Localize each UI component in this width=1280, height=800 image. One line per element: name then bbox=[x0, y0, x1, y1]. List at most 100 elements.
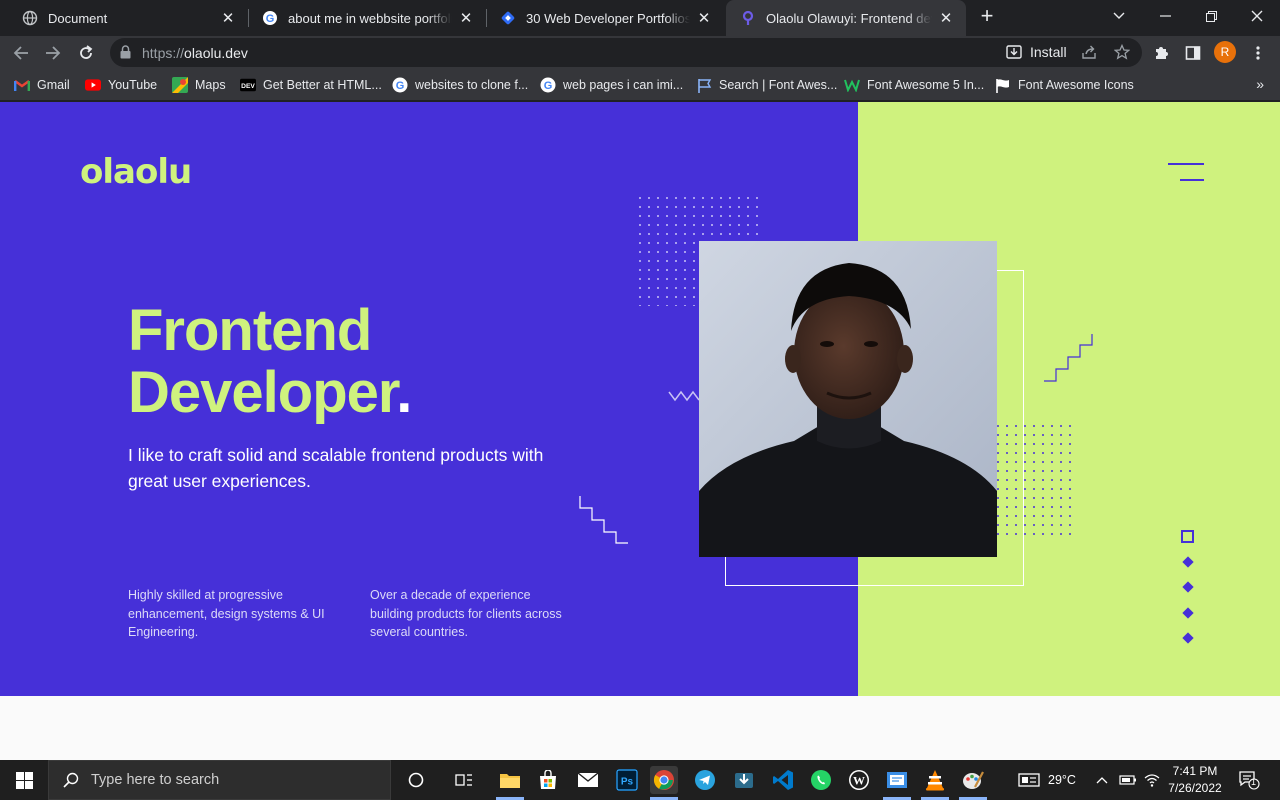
svg-text:G: G bbox=[544, 80, 553, 92]
feature-experience: Over a decade of experience building pro… bbox=[370, 588, 562, 639]
bookmark-star-icon[interactable] bbox=[1109, 39, 1135, 65]
windows-taskbar: Type here to search Ps W 29°C 7:41 PM 7/… bbox=[0, 760, 1280, 800]
weather-widget[interactable]: 29°C bbox=[1018, 760, 1076, 800]
weather-temperature: 29°C bbox=[1048, 773, 1076, 787]
address-bar[interactable]: https://olaolu.dev Install bbox=[110, 38, 1142, 67]
back-arrow-icon[interactable] bbox=[8, 40, 34, 66]
paint-icon[interactable] bbox=[959, 766, 987, 794]
svg-text:W: W bbox=[853, 774, 865, 788]
tab-strip: Document ✕ G about me in webbsite portfo… bbox=[0, 0, 1280, 36]
lock-icon[interactable] bbox=[120, 45, 131, 64]
url-text: https://olaolu.dev bbox=[142, 45, 248, 61]
bookmark-search-font-awesome[interactable]: Search | Font Awes... bbox=[696, 76, 837, 94]
bookmark-youtube[interactable]: YouTube bbox=[85, 76, 157, 94]
bookmark-font-awesome-icons[interactable]: Font Awesome Icons bbox=[995, 76, 1134, 94]
hero-headline: Frontend Developer. bbox=[128, 300, 412, 424]
forward-arrow-icon[interactable] bbox=[40, 40, 66, 66]
profile-photo bbox=[699, 241, 997, 557]
notification-center-icon[interactable]: 1 bbox=[1238, 760, 1260, 800]
svg-text:G: G bbox=[396, 80, 405, 92]
kebab-menu-icon[interactable] bbox=[1245, 40, 1271, 66]
wifi-icon[interactable] bbox=[1144, 760, 1160, 800]
url-scheme: https:// bbox=[142, 45, 185, 61]
tab-title: about me in webbsite portfolio id bbox=[288, 10, 452, 26]
install-icon bbox=[1006, 44, 1022, 60]
vlc-icon[interactable] bbox=[921, 766, 949, 794]
telegram-icon[interactable] bbox=[691, 766, 719, 794]
hamburger-menu-icon[interactable] bbox=[1168, 163, 1204, 183]
task-view-icon[interactable] bbox=[450, 766, 478, 794]
document-viewer-icon[interactable] bbox=[883, 766, 911, 794]
tab-web-dev-portfolios[interactable]: 30 Web Developer Portfolios to In ✕ bbox=[486, 0, 724, 36]
install-label: Install bbox=[1030, 44, 1067, 60]
close-tab-icon[interactable]: ✕ bbox=[220, 9, 236, 27]
photoshop-icon[interactable]: Ps bbox=[613, 766, 641, 794]
hero-subline: I like to craft solid and scalable front… bbox=[128, 445, 544, 491]
app-installer-icon[interactable] bbox=[730, 766, 758, 794]
google-icon: G bbox=[540, 77, 556, 93]
site-logo[interactable]: olaolu bbox=[80, 152, 192, 192]
extensions-puzzle-icon[interactable] bbox=[1148, 40, 1174, 66]
close-tab-icon[interactable]: ✕ bbox=[696, 9, 712, 27]
bookmark-web-pages[interactable]: G web pages i can imi... bbox=[540, 76, 683, 94]
slide-indicator-active[interactable] bbox=[1181, 530, 1194, 543]
bookmark-font-awesome-5[interactable]: Font Awesome 5 In... bbox=[844, 76, 984, 94]
tab-search-chevron-icon[interactable] bbox=[1096, 0, 1142, 32]
mail-icon[interactable] bbox=[574, 766, 602, 794]
restore-button[interactable] bbox=[1188, 0, 1234, 32]
bookmark-maps[interactable]: Maps bbox=[172, 76, 226, 94]
bookmark-websites-to-clone[interactable]: G websites to clone f... bbox=[392, 76, 528, 94]
tab-about-me[interactable]: G about me in webbsite portfolio id ✕ bbox=[248, 0, 486, 36]
bookmark-label: Maps bbox=[195, 78, 226, 92]
windows-start-icon[interactable] bbox=[0, 760, 48, 800]
flag-icon bbox=[995, 77, 1011, 93]
close-tab-icon[interactable]: ✕ bbox=[938, 9, 954, 27]
reload-icon[interactable] bbox=[73, 40, 99, 66]
cortana-icon[interactable] bbox=[402, 766, 430, 794]
close-tab-icon[interactable]: ✕ bbox=[458, 9, 474, 27]
tab-title: Document bbox=[48, 10, 108, 26]
wordpress-icon[interactable]: W bbox=[845, 766, 873, 794]
bookmark-label: websites to clone f... bbox=[415, 78, 529, 92]
google-icon: G bbox=[392, 77, 408, 93]
new-tab-button[interactable]: + bbox=[976, 5, 998, 28]
chrome-icon[interactable] bbox=[650, 766, 678, 794]
profile-avatar[interactable]: R bbox=[1214, 41, 1236, 63]
youtube-icon bbox=[85, 77, 101, 93]
taskbar-search-box[interactable]: Type here to search bbox=[48, 760, 391, 800]
more-bookmarks-chevron-icon[interactable]: » bbox=[1256, 76, 1264, 92]
notification-count: 1 bbox=[1251, 777, 1257, 787]
side-panel-icon[interactable] bbox=[1180, 40, 1206, 66]
bookmark-label: YouTube bbox=[108, 78, 158, 92]
feature-skills: Highly skilled at progressive enhancemen… bbox=[128, 588, 325, 639]
svg-text:Ps: Ps bbox=[621, 777, 634, 788]
bookmark-dev[interactable]: DEV Get Better at HTML... bbox=[240, 76, 382, 94]
minimize-button[interactable] bbox=[1142, 0, 1188, 32]
tab-title: Olaolu Olawuyi: Frontend develo bbox=[766, 10, 932, 26]
close-window-button[interactable] bbox=[1234, 0, 1280, 32]
install-app-button[interactable]: Install bbox=[1006, 44, 1067, 60]
dev-icon: DEV bbox=[240, 77, 256, 93]
share-icon[interactable] bbox=[1076, 39, 1102, 65]
battery-icon[interactable] bbox=[1119, 760, 1137, 800]
file-explorer-icon[interactable] bbox=[496, 766, 524, 794]
tab-olaolu-active[interactable]: Olaolu Olawuyi: Frontend develo ✕ bbox=[726, 0, 966, 36]
bookmark-label: Get Better at HTML... bbox=[263, 78, 382, 92]
whatsapp-icon[interactable] bbox=[807, 766, 835, 794]
tab-document[interactable]: Document ✕ bbox=[8, 0, 248, 36]
bookmark-label: Search | Font Awes... bbox=[719, 78, 838, 92]
bookmark-gmail[interactable]: Gmail bbox=[14, 76, 70, 94]
clock-time: 7:41 PM bbox=[1172, 764, 1218, 778]
news-weather-icon bbox=[1018, 772, 1040, 788]
page-viewport: olaolu Frontend Developer. I like to cra… bbox=[0, 102, 1280, 760]
stairs-down-decoration bbox=[579, 496, 628, 544]
microsoft-store-icon[interactable] bbox=[534, 766, 562, 794]
show-hidden-icons-chevron-icon[interactable] bbox=[1096, 760, 1108, 800]
svg-text:G: G bbox=[266, 13, 275, 25]
bookmark-label: Font Awesome Icons bbox=[1018, 78, 1134, 92]
search-placeholder: Type here to search bbox=[91, 772, 220, 788]
system-clock[interactable]: 7:41 PM 7/26/2022 bbox=[1162, 763, 1228, 797]
vscode-icon[interactable] bbox=[769, 766, 797, 794]
search-icon bbox=[63, 772, 79, 788]
bookmark-label: Gmail bbox=[37, 78, 70, 92]
